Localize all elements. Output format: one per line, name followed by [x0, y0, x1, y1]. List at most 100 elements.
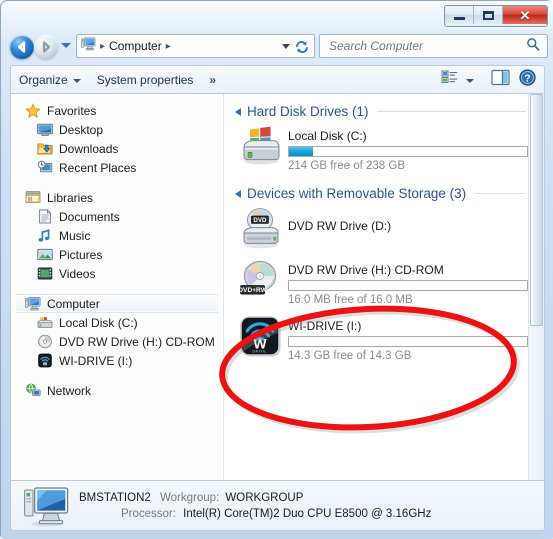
- organize-button[interactable]: Organize: [11, 66, 89, 93]
- sidebar-item-label: Network: [47, 383, 92, 398]
- system-properties-button[interactable]: System properties: [89, 66, 202, 93]
- sidebar-item-label: Documents: [59, 209, 120, 224]
- sidebar-item-label: Music: [59, 228, 91, 243]
- svg-text:DRIVE.: DRIVE.: [253, 349, 268, 353]
- vertical-scrollbar[interactable]: [528, 94, 544, 480]
- drive-name: DVD RW Drive (H:) CD-ROM: [288, 263, 444, 277]
- sidebar-item-label: Local Disk (C:): [59, 315, 138, 330]
- sidebar-item-music[interactable]: Music: [11, 226, 223, 245]
- desktop-icon: [37, 122, 53, 138]
- dvd-rw-icon: DVD: [239, 208, 283, 250]
- harddisk-icon: [239, 125, 283, 167]
- sidebar-item-label: Downloads: [59, 141, 119, 156]
- sidebar-item-recent-places[interactable]: Recent Places: [11, 158, 223, 177]
- computer-icon: [81, 37, 96, 56]
- sidebar-item-documents[interactable]: Documents: [11, 207, 223, 226]
- drive-free-space: 16.0 MB free of 16.0 MB: [288, 294, 413, 306]
- preview-pane-icon[interactable]: [491, 69, 510, 91]
- status-row-1: BMSTATION2 Workgroup: WORKGROUP: [79, 490, 431, 506]
- organize-label: Organize: [19, 72, 68, 87]
- svg-text:DVD+RW: DVD+RW: [239, 287, 268, 294]
- sidebar-item-label: Pictures: [59, 247, 103, 262]
- drive-item-wi-drive-i[interactable]: W DRIVE. WI-DRIVE (I:) 14.3 GB free of 1…: [239, 315, 544, 362]
- breadcrumb-chevron-down-icon[interactable]: [282, 44, 290, 49]
- drive-item-dvd-rw-h[interactable]: DVD+RW DVD RW Drive (H:) CD-ROM 16.0 MB …: [238, 259, 544, 306]
- recent-places-icon: [37, 160, 53, 176]
- sidebar-item-computer[interactable]: Computer: [15, 294, 219, 313]
- search-box[interactable]: [319, 34, 548, 58]
- processor-label: Processor:: [121, 507, 176, 520]
- sidebar-item-dvd-rw-h[interactable]: DVD RW Drive (H:) CD-ROM: [11, 332, 223, 351]
- sidebar-item-videos[interactable]: Videos: [11, 264, 223, 283]
- network-icon: [25, 383, 41, 399]
- workgroup-label: Workgroup:: [159, 491, 220, 504]
- file-list-pane[interactable]: Hard Disk Drives (1) Local Disk (C:) 214…: [225, 94, 544, 480]
- pictures-icon: [37, 247, 53, 263]
- drive-free-space: 14.3 GB free of 14.3 GB: [288, 350, 412, 362]
- widrive-icon: W DRIVE.: [239, 315, 283, 357]
- svg-text:W: W: [43, 361, 48, 366]
- drive-item-dvd-rw-d[interactable]: DVD DVD RW Drive (D:): [239, 208, 544, 250]
- group-rule: [376, 111, 526, 112]
- documents-icon: [37, 208, 53, 225]
- group-header-removable-storage[interactable]: Devices with Removable Storage (3): [235, 186, 544, 201]
- refresh-icon[interactable]: [294, 39, 310, 55]
- help-icon[interactable]: ?: [519, 68, 536, 91]
- toolbar-overflow-button[interactable]: »: [201, 66, 224, 93]
- group-rule: [474, 193, 526, 194]
- sidebar-item-label: Libraries: [47, 190, 94, 205]
- scrollbar-thumb[interactable]: [530, 94, 543, 326]
- drive-name: DVD RW Drive (D:): [288, 219, 392, 233]
- back-button[interactable]: [10, 35, 34, 59]
- sidebar-item-network[interactable]: Network: [11, 381, 223, 400]
- computer-name: BMSTATION2: [79, 491, 151, 504]
- minimize-button[interactable]: [445, 6, 474, 24]
- close-button[interactable]: ✕: [503, 6, 547, 24]
- collapse-triangle-icon[interactable]: [235, 189, 241, 198]
- drive-info: DVD RW Drive (H:) CD-ROM 16.0 MB free of…: [288, 259, 528, 306]
- status-row-2: Processor: Intel(R) Core(TM)2 Duo CPU E8…: [79, 506, 431, 522]
- drive-item-local-disk-c[interactable]: Local Disk (C:) 214 GB free of 238 GB: [239, 125, 544, 172]
- search-input[interactable]: [327, 38, 521, 54]
- computer-icon: [25, 296, 41, 312]
- capacity-bar: [288, 146, 528, 157]
- libraries-icon: [25, 190, 41, 206]
- navigation-pane[interactable]: Favorites Desktop Downloads Recent Place…: [11, 94, 224, 480]
- forward-arrow-icon: [42, 41, 51, 53]
- recent-pages-chevron-down-icon[interactable]: [61, 43, 71, 48]
- breadcrumb-item-computer[interactable]: Computer: [109, 39, 162, 53]
- views-chevron-down-icon[interactable]: [466, 78, 474, 83]
- sidebar-item-favorites[interactable]: Favorites: [11, 101, 223, 120]
- computer-large-icon: [23, 485, 71, 527]
- sidebar-item-label: Favorites: [47, 103, 97, 118]
- sidebar-item-wi-drive-i[interactable]: W WI-DRIVE (I:): [11, 351, 223, 370]
- sidebar-item-downloads[interactable]: Downloads: [11, 139, 223, 158]
- back-arrow-icon: [17, 41, 26, 53]
- group-header-hard-disk-drives[interactable]: Hard Disk Drives (1): [235, 104, 544, 119]
- svg-text:?: ?: [524, 72, 530, 84]
- search-icon[interactable]: [526, 37, 540, 56]
- workgroup-value: WORKGROUP: [225, 491, 304, 504]
- forward-button[interactable]: [34, 35, 58, 59]
- drive-info: DVD RW Drive (D:): [288, 208, 391, 233]
- sidebar-item-label: Computer: [47, 296, 100, 311]
- sidebar-item-libraries[interactable]: Libraries: [11, 188, 223, 207]
- capacity-bar: [288, 280, 528, 291]
- toolbar: Organize System properties » ?: [10, 65, 545, 93]
- maximize-button[interactable]: [474, 6, 503, 24]
- breadcrumb-separator-end[interactable]: ▸: [166, 41, 171, 52]
- harddisk-icon: [37, 315, 53, 331]
- sidebar-item-local-disk-c[interactable]: Local Disk (C:): [11, 313, 223, 332]
- sidebar-item-label: Videos: [59, 266, 96, 281]
- sidebar-item-desktop[interactable]: Desktop: [11, 120, 223, 139]
- organize-chevron-down-icon: [72, 78, 81, 83]
- sidebar-item-pictures[interactable]: Pictures: [11, 245, 223, 264]
- content-shell: Favorites Desktop Downloads Recent Place…: [10, 93, 545, 481]
- system-properties-label: System properties: [96, 72, 194, 87]
- breadcrumb[interactable]: ▸ Computer ▸: [76, 34, 315, 58]
- collapse-triangle-icon[interactable]: [235, 107, 241, 116]
- view-list-icon[interactable]: [441, 69, 459, 90]
